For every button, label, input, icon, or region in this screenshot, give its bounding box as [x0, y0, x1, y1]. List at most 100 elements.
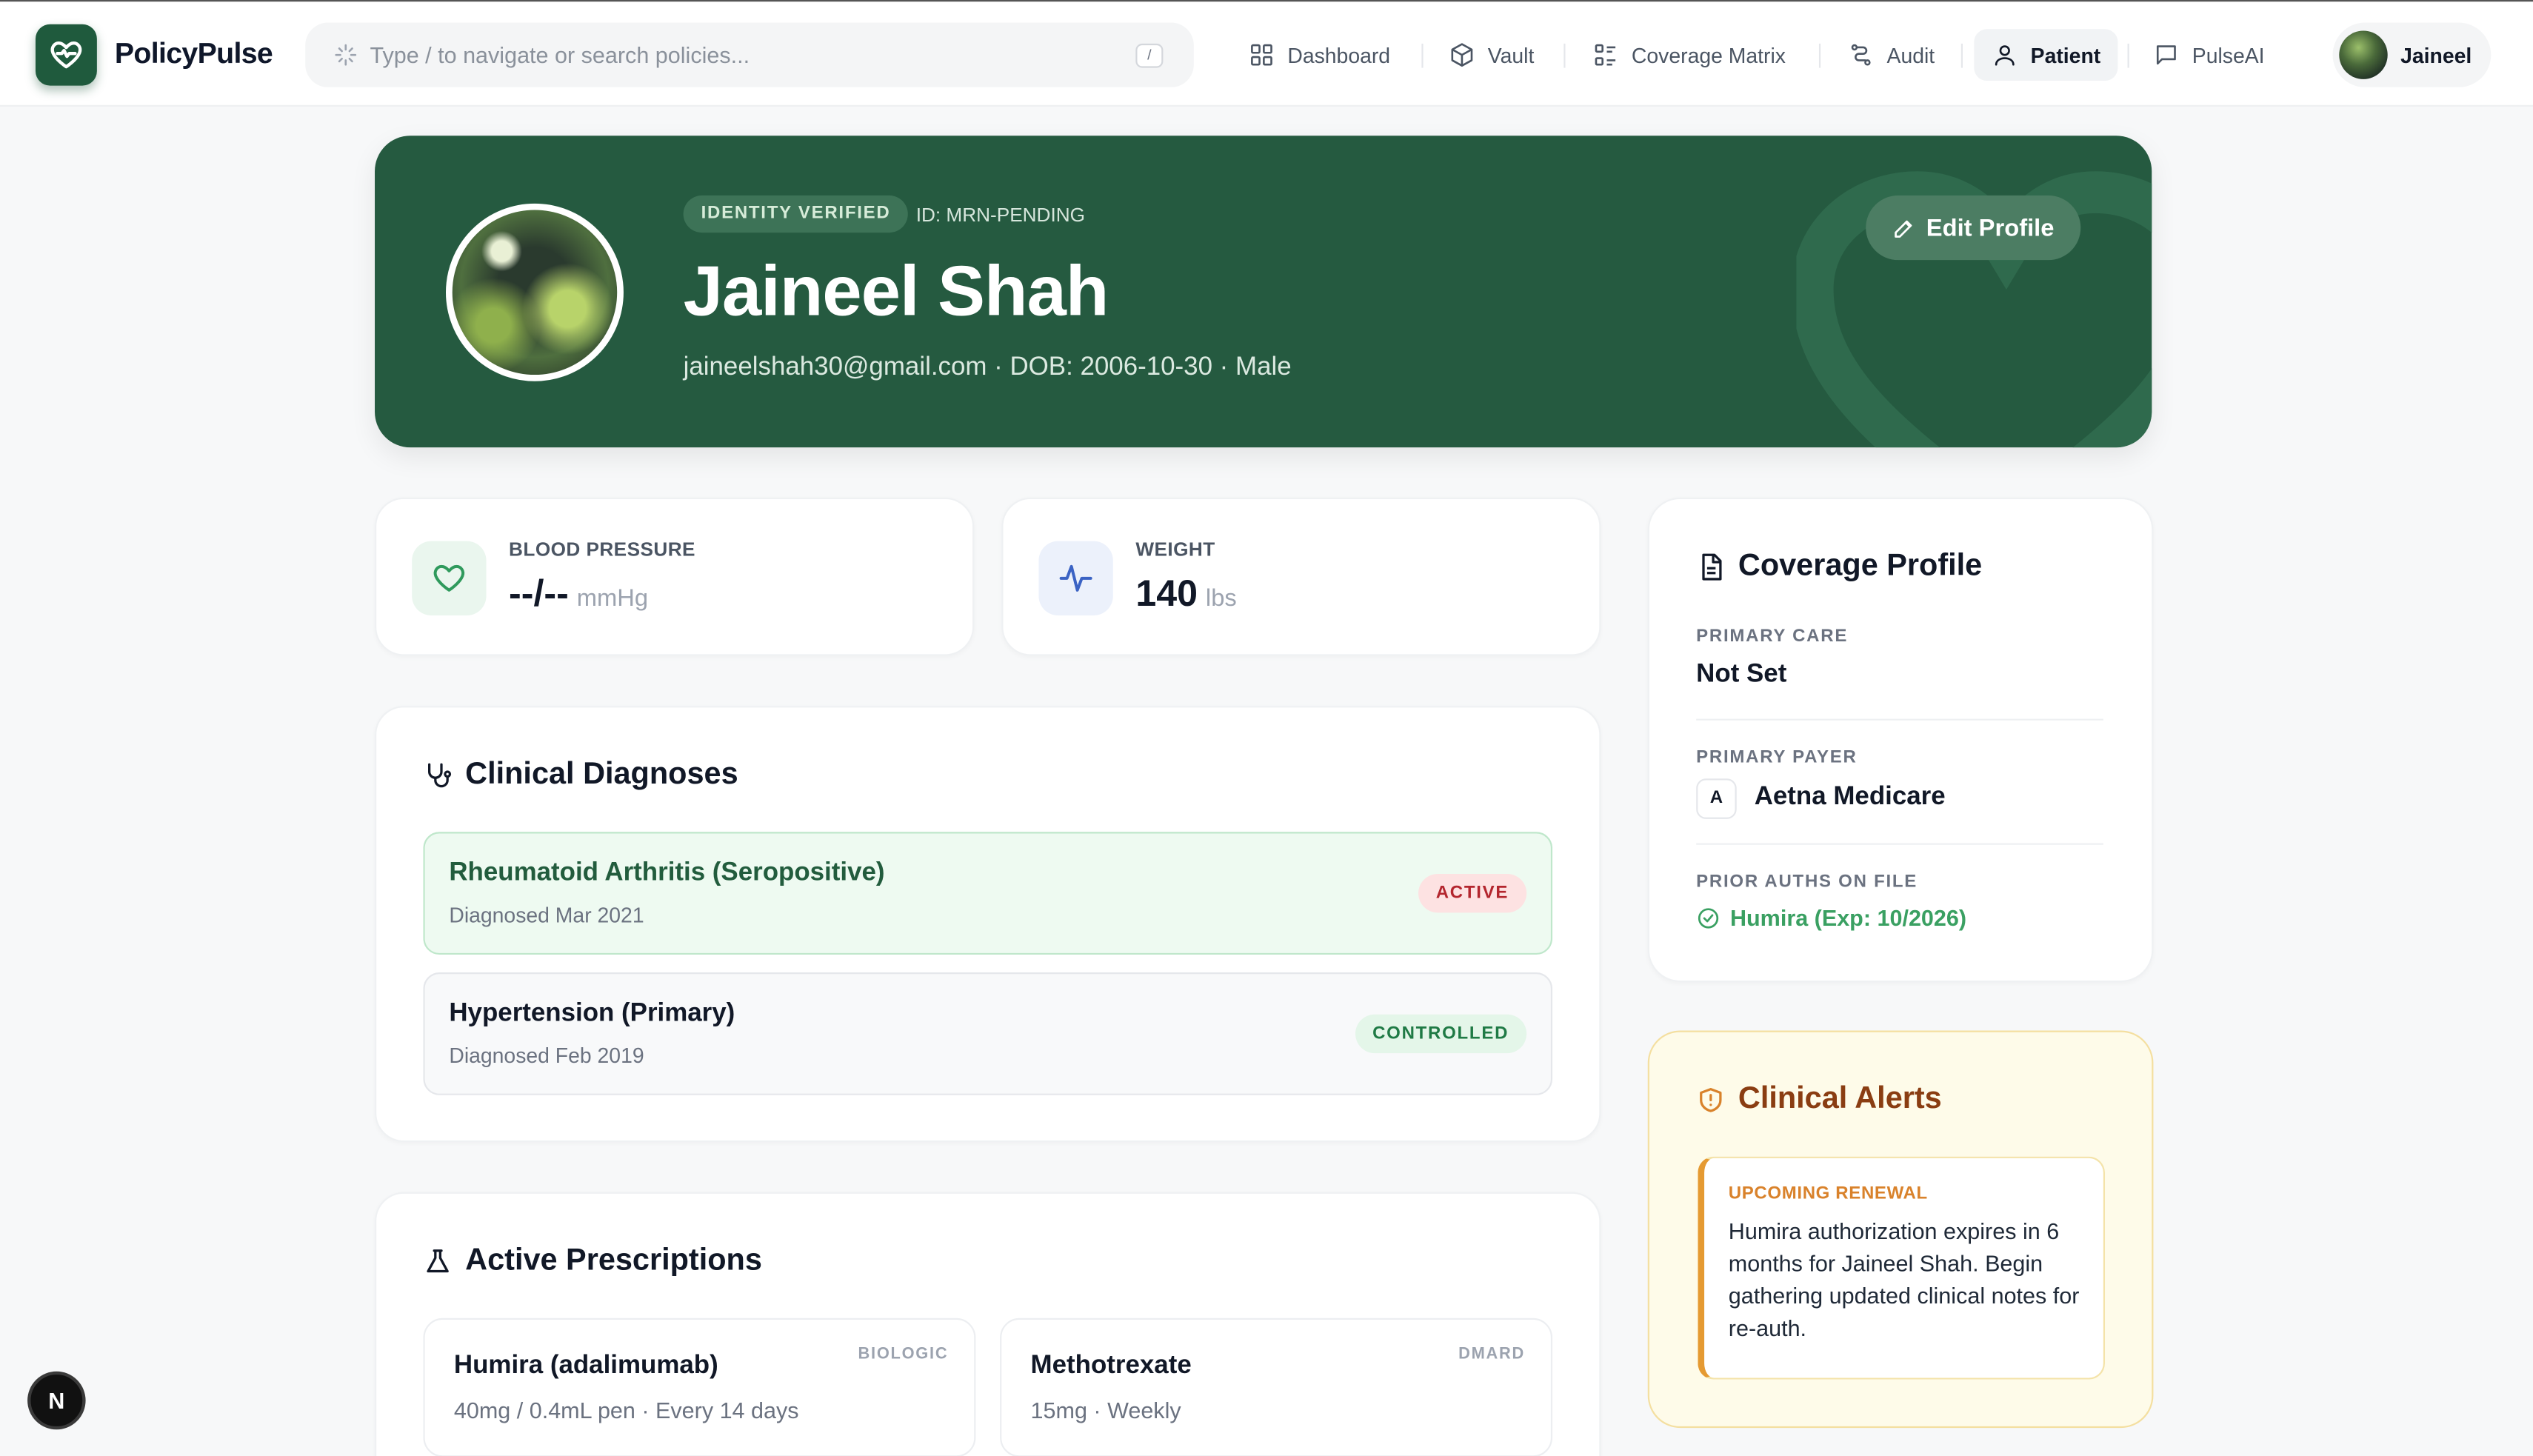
- route-icon: [1851, 44, 1871, 66]
- brand-name: PolicyPulse: [114, 37, 273, 70]
- identity-verified-badge: IDENTITY VERIFIED: [683, 195, 909, 233]
- prescription-dose: 40mg / 0.4mL pen · Every 14 days: [453, 1397, 799, 1423]
- avatar: [2339, 30, 2388, 79]
- diagnosis-item[interactable]: Hypertension (Primary) Diagnosed Feb 201…: [423, 972, 1553, 1095]
- section-title: Clinical Alerts: [1696, 1082, 1942, 1118]
- logo[interactable]: [35, 24, 97, 86]
- patient-name: Jaineel Shah: [683, 252, 1109, 332]
- document-icon: [1702, 553, 1722, 581]
- nav-dashboard-label: Dashboard: [1287, 42, 1391, 67]
- activity-icon: [1038, 541, 1113, 616]
- clinical-diagnoses-card: Clinical Diagnoses Rheumatoid Arthritis …: [375, 706, 1601, 1143]
- nav-pulseai[interactable]: PulseAI: [2137, 30, 2281, 79]
- diagnosis-date: Diagnosed Feb 2019: [449, 1043, 644, 1068]
- diagnosis-name: Rheumatoid Arthritis (Seropositive): [449, 859, 885, 887]
- nav-coverage-matrix[interactable]: Coverage Matrix: [1577, 30, 1802, 79]
- coverage-profile-card: Coverage Profile PRIMARY CARE Not Set PR…: [1647, 497, 2154, 983]
- payer-logo: A: [1696, 778, 1737, 819]
- flask-icon: [427, 1249, 449, 1273]
- patient-photo: [445, 203, 624, 381]
- prior-auths-label: PRIOR AUTHS ON FILE: [1696, 872, 1918, 892]
- alert-body: Humira authorization expires in 6 months…: [1728, 1218, 2080, 1341]
- vital-card-blood-pressure: BLOOD PRESSURE --/-- mmHg: [375, 497, 975, 656]
- weight-unit: lbs: [1205, 584, 1237, 612]
- dev-tools-button[interactable]: N: [27, 1371, 86, 1430]
- clinical-alerts-card: Clinical Alerts UPCOMING RENEWAL Humira …: [1647, 1030, 2154, 1429]
- bp-unit: mmHg: [576, 584, 649, 612]
- primary-care-value: Not Set: [1696, 661, 1787, 689]
- diagnosis-name: Hypertension (Primary): [449, 1000, 735, 1028]
- prescription-name: Methotrexate: [1030, 1352, 1192, 1380]
- active-prescriptions-card: Active Prescriptions Humira (adalimumab)…: [375, 1192, 1601, 1456]
- alerts-title: Clinical Alerts: [1738, 1082, 1942, 1117]
- heart-pulse-logo-icon: [50, 41, 82, 69]
- diagnosis-date: Diagnosed Mar 2021: [449, 903, 644, 927]
- primary-payer-label: PRIMARY PAYER: [1696, 747, 1858, 768]
- vital-value-row: 140 lbs: [1135, 572, 1236, 615]
- sparkle-icon: [335, 44, 357, 66]
- stethoscope-icon: [427, 763, 452, 788]
- divider: [1696, 718, 2103, 721]
- edit-profile-button[interactable]: Edit Profile: [1866, 195, 2081, 261]
- divider: [1696, 843, 2103, 845]
- nav-divider: [2127, 43, 2129, 68]
- nav-divider: [1960, 43, 1963, 68]
- heart-icon: [412, 541, 487, 616]
- nav-audit-label: Audit: [1886, 42, 1935, 67]
- edit-profile-label: Edit Profile: [1926, 213, 2055, 242]
- prescription-item[interactable]: Humira (adalimumab) 40mg / 0.4mL pen · E…: [423, 1318, 976, 1456]
- nav-patient-label: Patient: [2030, 42, 2101, 67]
- nav-dashboard[interactable]: Dashboard: [1232, 30, 1406, 79]
- vital-card-weight: WEIGHT 140 lbs: [1001, 497, 1601, 656]
- nav-vault-label: Vault: [1487, 42, 1535, 67]
- status-badge: ACTIVE: [1418, 873, 1527, 913]
- alert-heading: UPCOMING RENEWAL: [1728, 1183, 1928, 1203]
- app-root: PolicyPulse / Dashboard Vault Coverage M…: [0, 0, 2533, 1456]
- nav-patient[interactable]: Patient: [1974, 29, 2119, 81]
- pencil-icon: [1895, 219, 1913, 237]
- vital-value-row: --/-- mmHg: [509, 572, 648, 615]
- vital-label: BLOOD PRESSURE: [509, 538, 695, 561]
- diagnosis-item[interactable]: Rheumatoid Arthritis (Seropositive) Diag…: [423, 832, 1553, 955]
- bp-value: --/--: [509, 572, 569, 614]
- check-circle-icon: [1698, 907, 1719, 928]
- shield-alert-icon: [1700, 1087, 1722, 1112]
- search-input[interactable]: [370, 39, 1081, 71]
- nav-coverage-matrix-label: Coverage Matrix: [1631, 42, 1786, 67]
- patient-meta: jaineelshah30@gmail.com · DOB: 2006-10-3…: [683, 353, 1292, 381]
- nav-vault[interactable]: Vault: [1433, 30, 1551, 79]
- prescriptions-title: Active Prescriptions: [465, 1243, 762, 1278]
- alert-item[interactable]: UPCOMING RENEWAL Humira authorization ex…: [1698, 1156, 2105, 1380]
- top-nav: PolicyPulse / Dashboard Vault Coverage M…: [0, 0, 2533, 107]
- section-title: Active Prescriptions: [423, 1243, 762, 1279]
- list-grid-icon: [1595, 44, 1616, 66]
- prescription-item[interactable]: Methotrexate 15mg · Weekly DMARD: [1000, 1318, 1553, 1456]
- patient-header: IDENTITY VERIFIED ID: MRN-PENDING Jainee…: [375, 136, 2152, 448]
- vital-label: WEIGHT: [1135, 538, 1215, 561]
- diagnoses-title: Clinical Diagnoses: [465, 757, 738, 792]
- weight-value: 140: [1135, 572, 1198, 614]
- prescription-tag: BIOLOGIC: [858, 1345, 949, 1363]
- cube-icon: [1451, 43, 1473, 67]
- user-menu[interactable]: Jaineel: [2332, 22, 2492, 87]
- status-badge: CONTROLLED: [1355, 1014, 1527, 1054]
- user-name: Jaineel: [2400, 43, 2472, 68]
- prescription-tag: DMARD: [1458, 1345, 1525, 1363]
- section-title: Clinical Diagnoses: [423, 758, 738, 793]
- section-title: Coverage Profile: [1696, 550, 1982, 585]
- nav-divider: [1563, 43, 1566, 68]
- grid-icon: [1251, 44, 1272, 66]
- primary-care-label: PRIMARY CARE: [1696, 627, 1849, 647]
- nav-divider: [1421, 43, 1424, 68]
- search-bar[interactable]: [305, 22, 1194, 87]
- prior-auth-value: Humira (Exp: 10/2026): [1729, 904, 1967, 931]
- prior-auth-item[interactable]: Humira (Exp: 10/2026): [1696, 904, 1966, 930]
- message-icon: [2156, 45, 2176, 65]
- user-icon: [1995, 45, 2015, 66]
- primary-payer-value: Aetna Medicare: [1754, 783, 1946, 811]
- nav-audit[interactable]: Audit: [1832, 30, 1951, 79]
- nav-pulseai-label: PulseAI: [2192, 42, 2265, 67]
- search-shortcut-key: /: [1135, 43, 1164, 68]
- coverage-title: Coverage Profile: [1738, 549, 1983, 584]
- prescription-name: Humira (adalimumab): [453, 1352, 718, 1380]
